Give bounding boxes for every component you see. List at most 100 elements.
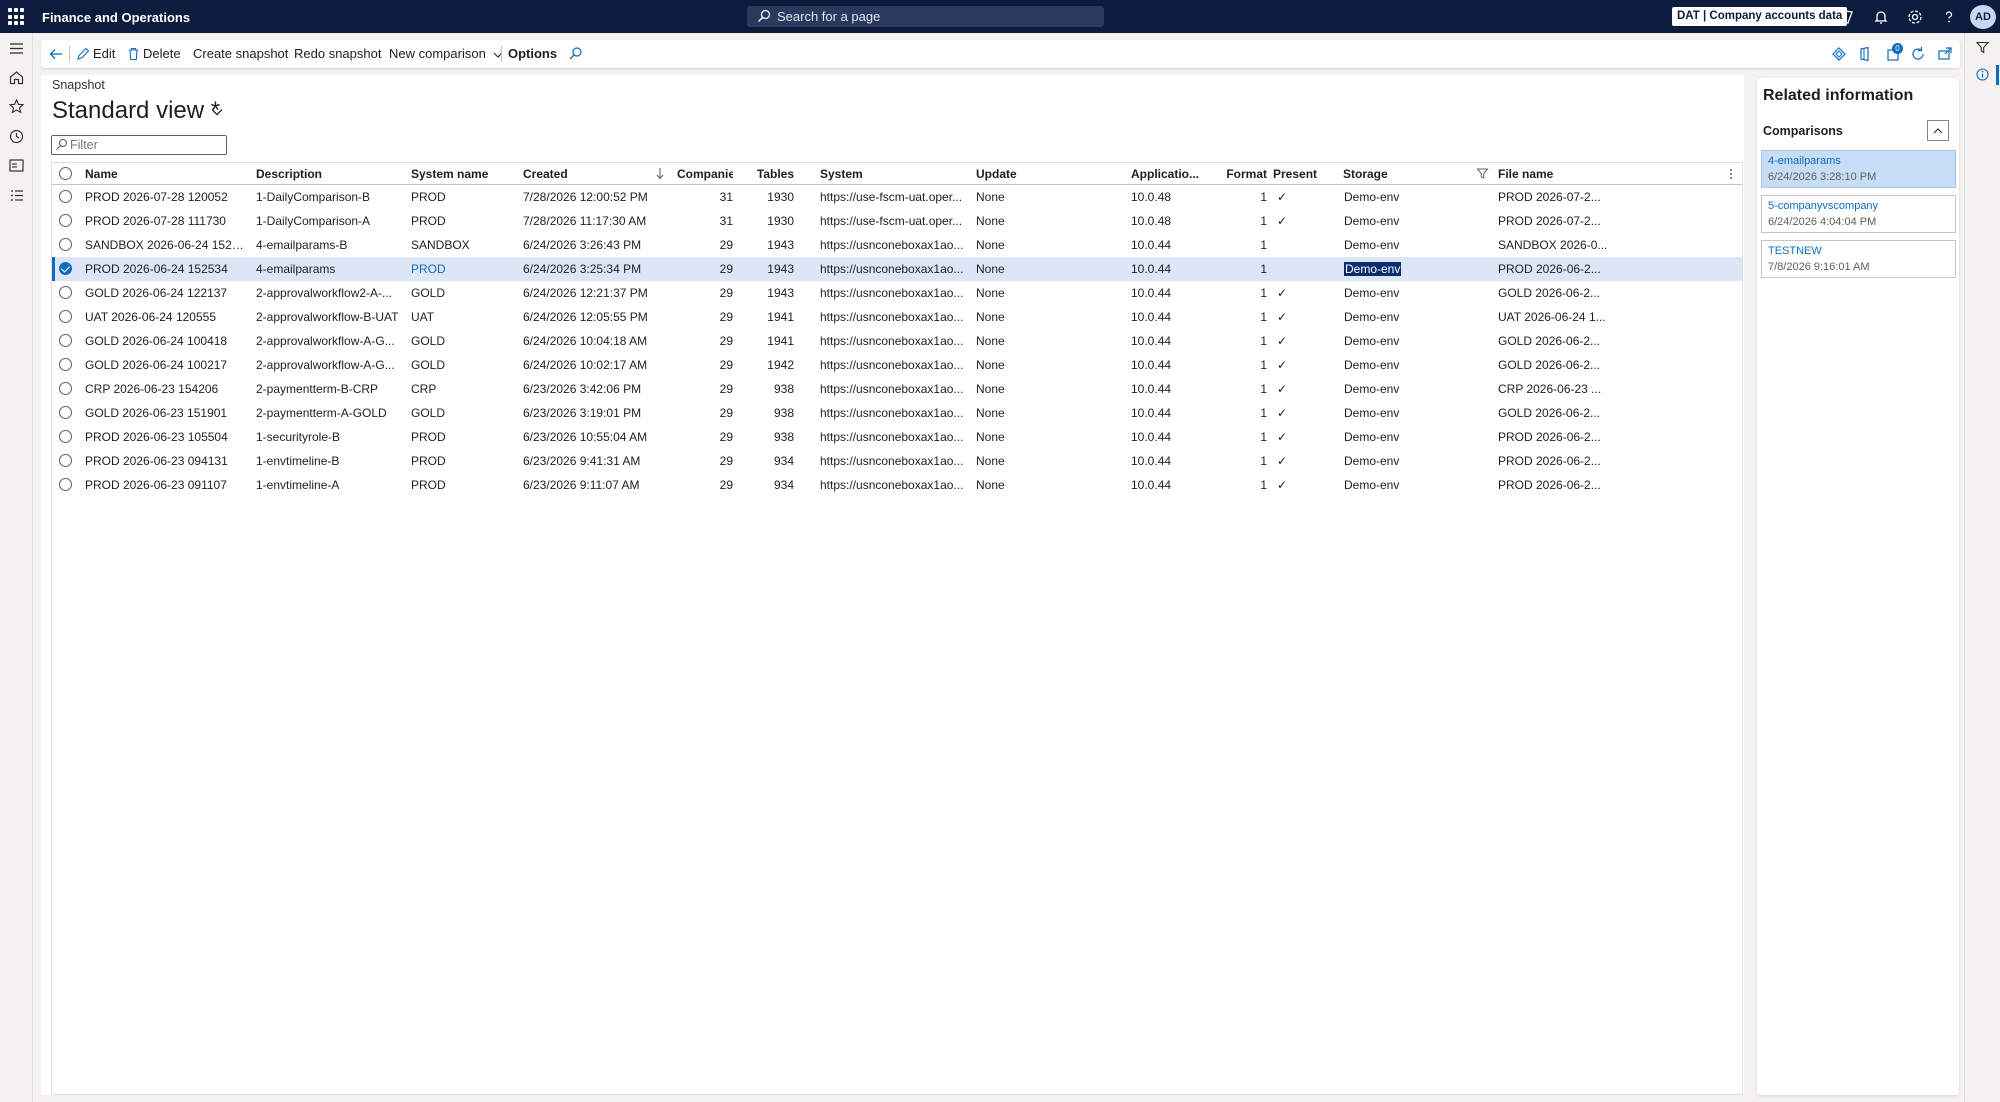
cell-format[interactable]: 1 — [1218, 377, 1267, 401]
cell-file-name[interactable]: PROD 2026-06-2... — [1498, 257, 1728, 281]
cell-companies[interactable]: 29 — [677, 449, 733, 473]
cell-companies[interactable]: 29 — [677, 353, 733, 377]
cell-application[interactable]: 10.0.44 — [1131, 401, 1206, 425]
search-icon[interactable] — [568, 46, 583, 61]
cell-system-name[interactable]: PROD — [411, 473, 516, 497]
cell-description[interactable]: 4-emailparams-B — [256, 233, 406, 257]
cell-name[interactable]: PROD 2026-06-23 091107 — [85, 473, 250, 497]
row-select-radio[interactable] — [59, 238, 72, 251]
cell-file-name[interactable]: PROD 2026-07-2... — [1498, 209, 1728, 233]
cell-update[interactable]: None — [976, 401, 1116, 425]
cell-application[interactable]: 10.0.44 — [1131, 329, 1206, 353]
cell-system[interactable]: https://usnconeboxax1ao... — [820, 401, 970, 425]
filter-input[interactable] — [51, 135, 227, 155]
home-icon[interactable] — [8, 69, 25, 86]
cell-system[interactable]: https://usnconeboxax1ao... — [820, 449, 970, 473]
cell-application[interactable]: 10.0.44 — [1131, 473, 1206, 497]
cell-system-name[interactable]: PROD — [411, 449, 516, 473]
cell-present[interactable]: ✓ — [1277, 353, 1317, 377]
back-arrow-icon[interactable] — [47, 45, 65, 63]
cell-system[interactable]: https://usnconeboxax1ao... — [820, 353, 970, 377]
cell-tables[interactable]: 1930 — [747, 185, 794, 209]
cell-file-name[interactable]: SANDBOX 2026-0... — [1498, 233, 1728, 257]
cell-companies[interactable]: 29 — [677, 305, 733, 329]
cell-companies[interactable]: 31 — [677, 209, 733, 233]
cell-format[interactable]: 1 — [1218, 449, 1267, 473]
cell-companies[interactable]: 29 — [677, 377, 733, 401]
cell-present[interactable]: ✓ — [1277, 185, 1317, 209]
delete-button[interactable]: Delete — [127, 40, 181, 68]
cell-present[interactable]: ✓ — [1277, 449, 1317, 473]
cell-companies[interactable]: 29 — [677, 401, 733, 425]
cell-storage[interactable]: Demo-env — [1344, 185, 1484, 209]
cell-system-name[interactable]: SANDBOX — [411, 233, 516, 257]
column-header-storage[interactable]: Storage — [1343, 163, 1403, 185]
cell-tables[interactable]: 934 — [747, 449, 794, 473]
column-header-application[interactable]: Applicatio... — [1131, 163, 1201, 185]
cell-file-name[interactable]: GOLD 2026-06-2... — [1498, 329, 1728, 353]
filter-icon[interactable] — [1975, 40, 1990, 55]
row-select-radio[interactable] — [59, 430, 72, 443]
cell-format[interactable]: 1 — [1218, 329, 1267, 353]
cell-tables[interactable]: 938 — [747, 401, 794, 425]
cell-storage[interactable]: Demo-env — [1344, 281, 1484, 305]
cell-description[interactable]: 2-approvalworkflow-A-G... — [256, 329, 406, 353]
column-header-name[interactable]: Name — [85, 163, 245, 185]
cell-tables[interactable]: 1943 — [747, 257, 794, 281]
cell-present[interactable]: ✓ — [1277, 209, 1317, 233]
column-header-present[interactable]: Present — [1273, 163, 1323, 185]
cell-created[interactable]: 6/23/2026 9:11:07 AM — [523, 473, 653, 497]
cell-tables[interactable]: 934 — [747, 473, 794, 497]
column-filter-icon[interactable] — [1476, 167, 1489, 180]
cell-name[interactable]: PROD 2026-06-24 152534 — [85, 257, 250, 281]
chevron-down-icon[interactable] — [210, 105, 224, 119]
table-row[interactable]: CRP 2026-06-23 154206 2-paymentterm-B-CRP… — [52, 377, 1742, 401]
cell-system[interactable]: https://usnconeboxax1ao... — [820, 305, 970, 329]
cell-system[interactable]: https://usnconeboxax1ao... — [820, 281, 970, 305]
cell-present[interactable]: ✓ — [1277, 425, 1317, 449]
comparison-card[interactable]: TESTNEW 7/8/2026 9:16:01 AM — [1761, 240, 1956, 278]
cell-system[interactable]: https://usnconeboxax1ao... — [820, 233, 970, 257]
cell-system[interactable]: https://use-fscm-uat.oper... — [820, 185, 970, 209]
row-select-radio[interactable] — [59, 358, 72, 371]
page-title[interactable]: Standard view * — [52, 97, 220, 125]
cell-system-name[interactable]: PROD — [411, 185, 516, 209]
column-header-system[interactable]: System — [820, 163, 960, 185]
cell-update[interactable]: None — [976, 305, 1116, 329]
cell-tables[interactable]: 1930 — [747, 209, 794, 233]
cell-application[interactable]: 10.0.44 — [1131, 449, 1206, 473]
bell-icon[interactable] — [1872, 8, 1890, 26]
cell-system-name[interactable]: PROD — [411, 209, 516, 233]
more-options-icon[interactable] — [1728, 167, 1734, 181]
row-select-radio[interactable] — [59, 406, 72, 419]
cell-format[interactable]: 1 — [1218, 305, 1267, 329]
cell-update[interactable]: None — [976, 377, 1116, 401]
cell-file-name[interactable]: CRP 2026-06-23 ... — [1498, 377, 1728, 401]
favorites-star-icon[interactable] — [8, 98, 25, 115]
cell-system[interactable]: https://use-fscm-uat.oper... — [820, 209, 970, 233]
cell-storage[interactable]: Demo-env — [1344, 305, 1484, 329]
cell-description[interactable]: 2-paymentterm-B-CRP — [256, 377, 406, 401]
row-select-radio[interactable] — [59, 310, 72, 323]
cell-file-name[interactable]: GOLD 2026-06-2... — [1498, 353, 1728, 377]
cell-description[interactable]: 2-approvalworkflow-B-UAT — [256, 305, 406, 329]
create-snapshot-button[interactable]: Create snapshot — [193, 40, 288, 68]
cell-present[interactable]: ✓ — [1277, 329, 1317, 353]
cell-created[interactable]: 6/24/2026 3:26:43 PM — [523, 233, 653, 257]
info-icon[interactable] — [1975, 67, 1990, 82]
cell-system[interactable]: https://usnconeboxax1ao... — [820, 257, 970, 281]
cell-storage[interactable]: Demo-env — [1344, 329, 1484, 353]
cell-present[interactable]: ✓ — [1277, 305, 1317, 329]
cell-present[interactable]: ✓ — [1277, 377, 1317, 401]
cell-file-name[interactable]: GOLD 2026-06-2... — [1498, 401, 1728, 425]
cell-application[interactable]: 10.0.44 — [1131, 257, 1206, 281]
cell-name[interactable]: CRP 2026-06-23 154206 — [85, 377, 250, 401]
cell-format[interactable]: 1 — [1218, 281, 1267, 305]
comparison-card[interactable]: 5-companyvscompany 6/24/2026 4:04:04 PM — [1761, 195, 1956, 233]
cell-application[interactable]: 10.0.44 — [1131, 281, 1206, 305]
cell-application[interactable]: 10.0.44 — [1131, 233, 1206, 257]
edit-button[interactable]: Edit — [76, 40, 115, 68]
options-tab[interactable]: Options — [508, 40, 557, 68]
cell-system-name[interactable]: UAT — [411, 305, 516, 329]
cell-system[interactable]: https://usnconeboxax1ao... — [820, 377, 970, 401]
